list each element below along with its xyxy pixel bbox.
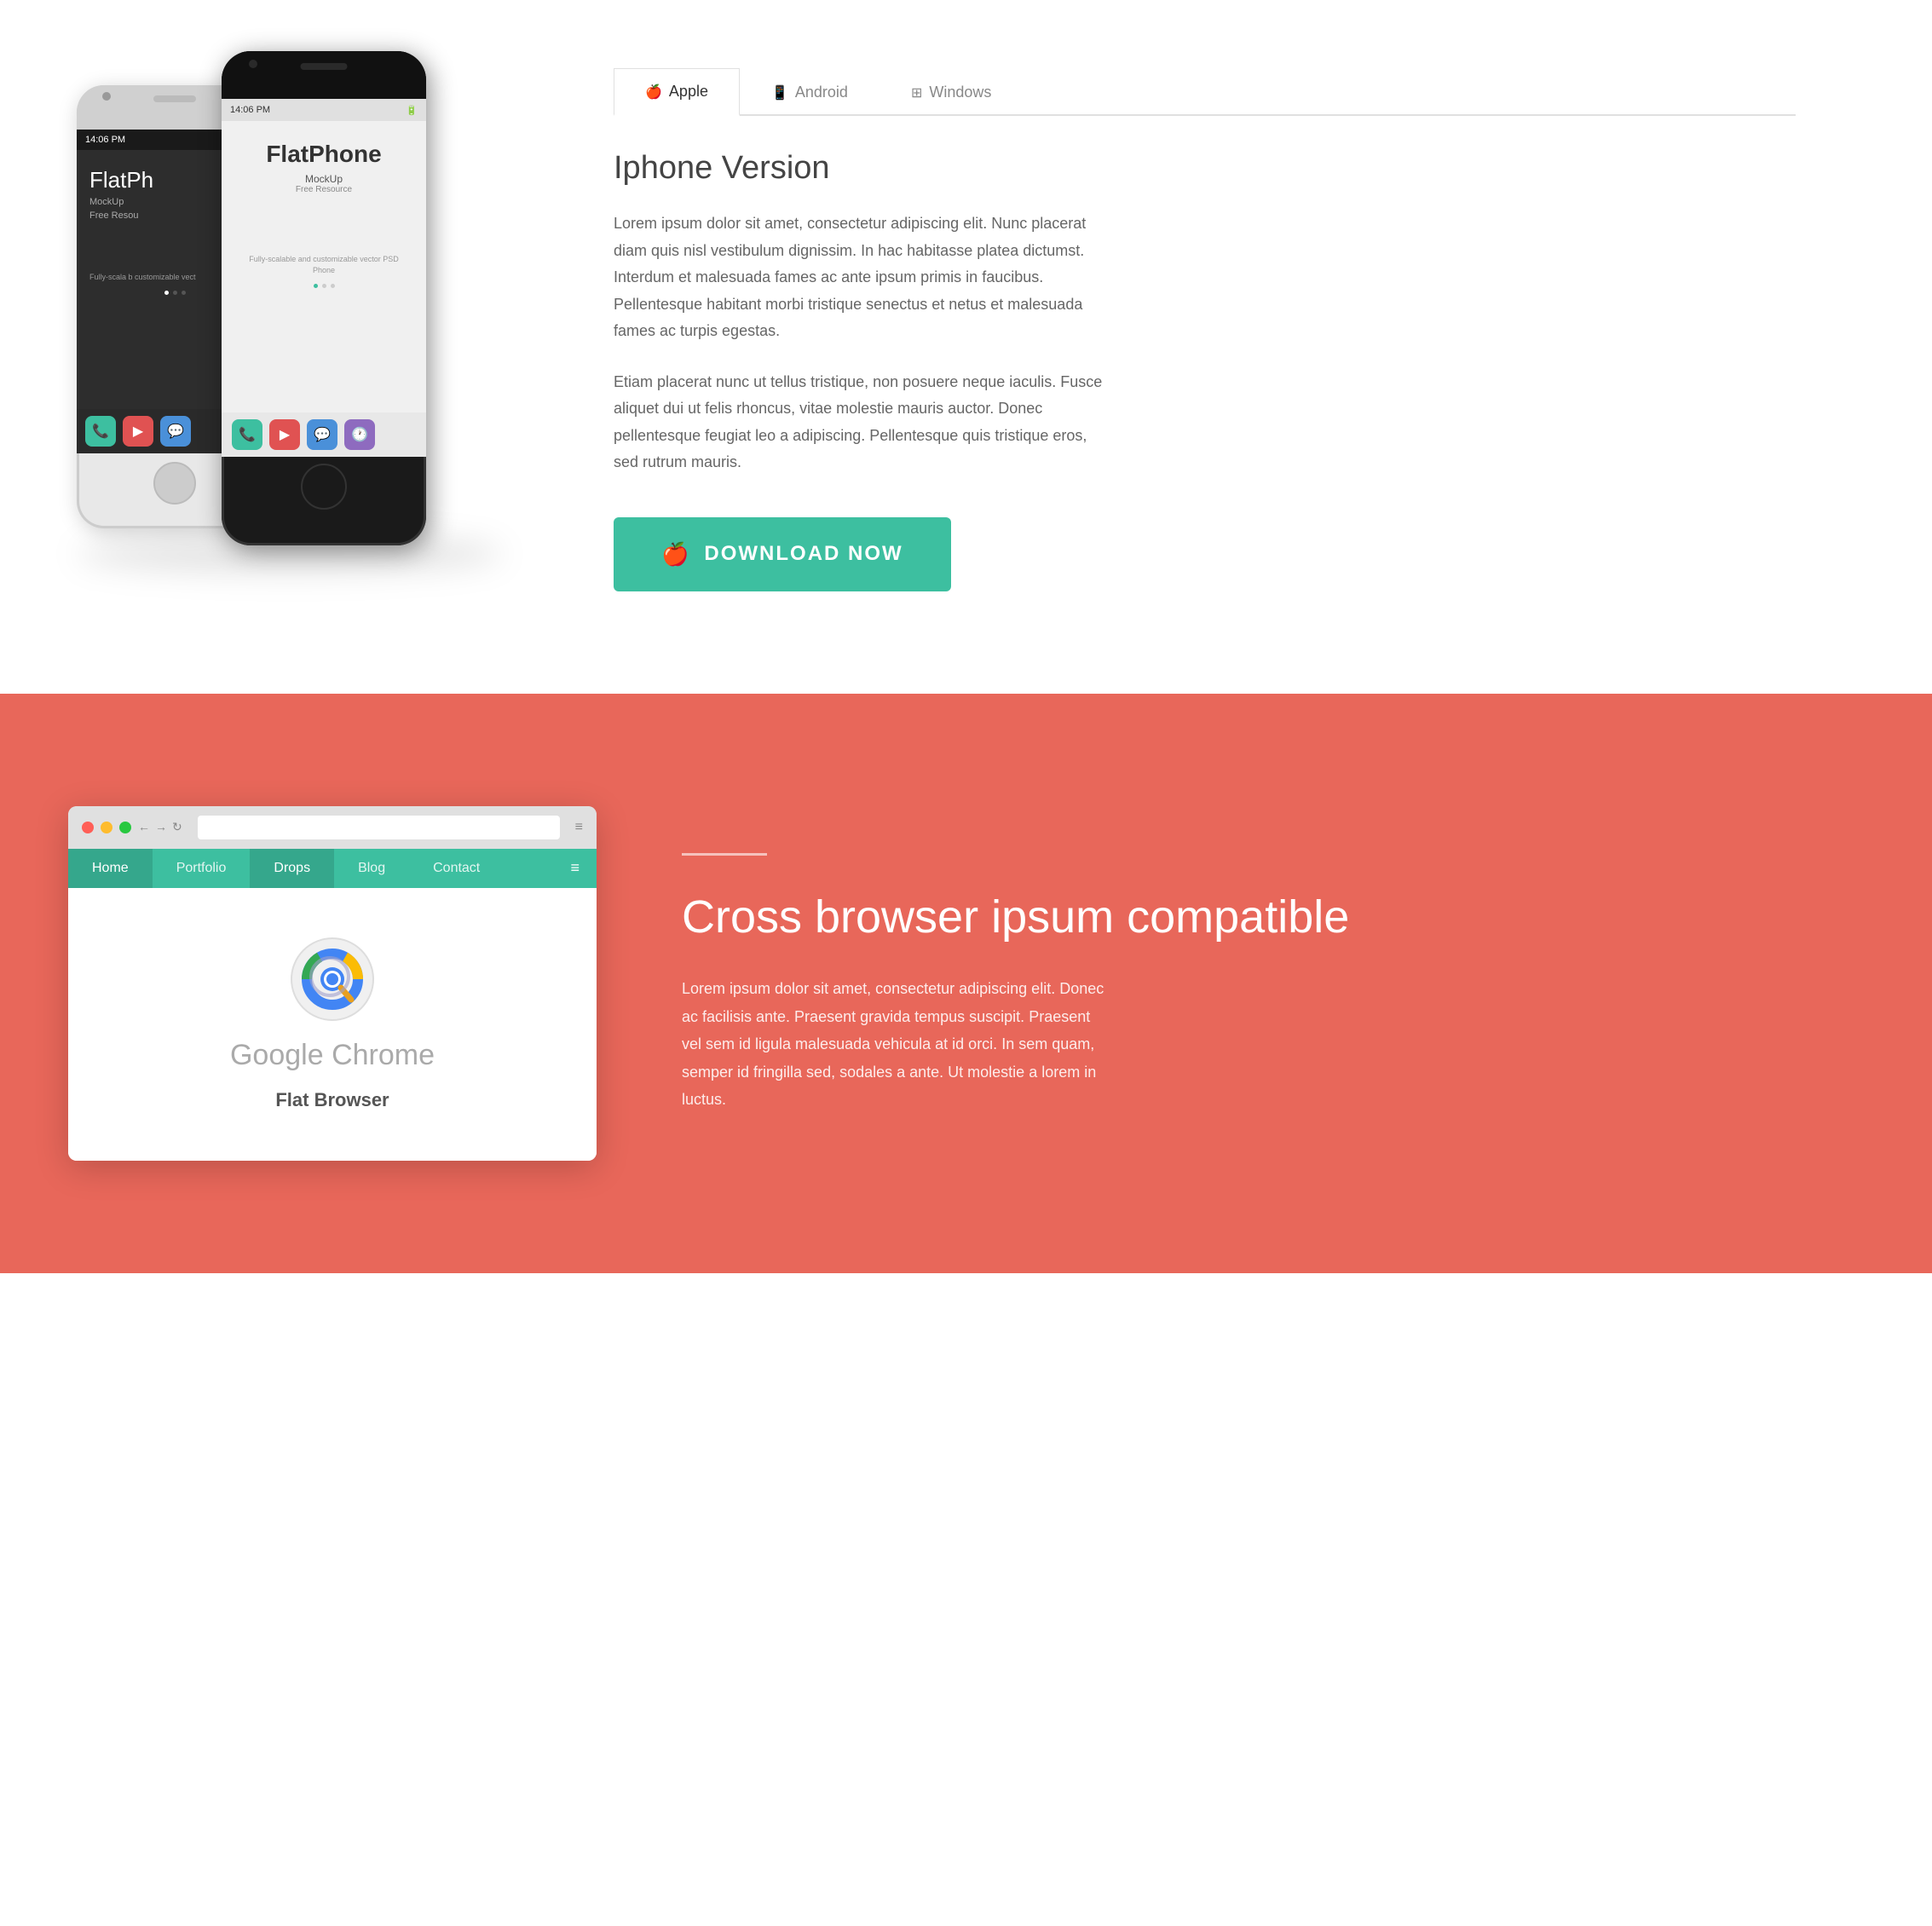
phone-white-icon-chat: 💬 (160, 416, 191, 447)
browser-minimize-dot[interactable] (101, 822, 112, 833)
phone-black-icons-row: 📞 ▶ 💬 🕐 (222, 412, 426, 457)
nav-item-contact[interactable]: Contact (409, 849, 504, 888)
phone-black-icon-phone: 📞 (232, 419, 262, 450)
phone-white-icon-play: ▶ (123, 416, 153, 447)
apple-tab-icon: 🍎 (645, 84, 662, 101)
phone-area: 14:06 PM ▌▌▌ FlatPh MockUp Free Resou Fu… (51, 51, 528, 580)
refresh-icon[interactable]: ↻ (172, 820, 182, 834)
browser-close-dot[interactable] (82, 822, 94, 833)
content-area: 🍎 Apple 📱 Android ⊞ Windows Iphone Versi… (528, 51, 1847, 626)
nav-item-blog[interactable]: Blog (334, 849, 409, 888)
browser-address-bar[interactable] (198, 816, 560, 839)
iphone-paragraph-1: Lorem ipsum dolor sit amet, consectetur … (614, 210, 1108, 345)
phone-black-time: 14:06 PM (230, 105, 270, 115)
phone-black-app-title: FlatPhone (237, 140, 411, 169)
browser-hamburger-icon[interactable]: ≡ (553, 859, 597, 877)
phone-black-icon-chat: 💬 (307, 419, 337, 450)
phone-black-screen: 14:06 PM 🔋 FlatPhone MockUp Free Resourc… (222, 99, 426, 457)
nav-drops-label: Drops (274, 861, 310, 876)
browser-titlebar: ← → ↻ ≡ (68, 806, 597, 849)
phone-black-desc: Fully-scalable and customizable vector P… (237, 254, 411, 277)
phone-black-free-label: Free Resource (237, 185, 411, 194)
iphone-paragraph-2: Etiam placerat nunc ut tellus tristique,… (614, 369, 1108, 476)
download-apple-icon: 🍎 (661, 541, 690, 568)
android-tab-icon: 📱 (771, 84, 788, 101)
tab-apple[interactable]: 🍎 Apple (614, 68, 740, 116)
phone-white-icon-phone: 📞 (85, 416, 116, 447)
phone-white-camera (102, 92, 111, 101)
nav-item-drops[interactable]: Drops (250, 849, 334, 888)
browser-app-type: Flat Browser (275, 1089, 389, 1111)
nav-home-label: Home (92, 861, 129, 876)
phone-black-top-bar (222, 51, 426, 99)
nav-item-portfolio[interactable]: Portfolio (153, 849, 251, 888)
phone-black-mock-label: MockUp (237, 173, 411, 185)
iphone-version-title: Iphone Version (614, 150, 1796, 187)
cross-browser-title: Cross browser ipsum compatible (682, 890, 1864, 945)
cross-browser-text: Cross browser ipsum compatible Lorem ips… (682, 853, 1864, 1114)
browser-app-name: Google Chrome (230, 1039, 435, 1072)
phone-black-status-bar: 14:06 PM 🔋 (222, 99, 426, 121)
tab-windows-label: Windows (929, 84, 991, 101)
browser-window: ← → ↻ ≡ Home Portfolio Drops Blog (68, 806, 597, 1161)
phone-black-home-button (301, 464, 347, 510)
dot-black-2 (322, 284, 326, 288)
browser-maximize-dot[interactable] (119, 822, 131, 833)
browser-nav: Home Portfolio Drops Blog Contact ≡ (68, 849, 597, 888)
forward-icon[interactable]: → (155, 820, 167, 834)
phone-black-app-content: FlatPhone MockUp Free Resource Fully-sca… (222, 121, 426, 307)
divider-line (682, 853, 767, 856)
dot-black-3 (331, 284, 335, 288)
tab-windows[interactable]: ⊞ Windows (879, 68, 1023, 116)
phone-black-dots (237, 284, 411, 288)
phone-black-title-bold: Phone (309, 141, 382, 167)
tab-apple-label: Apple (669, 83, 708, 101)
chrome-icon (290, 937, 375, 1022)
phone-black-icon-clock: 🕐 (344, 419, 375, 450)
windows-tab-icon: ⊞ (911, 84, 922, 101)
download-now-button[interactable]: 🍎 DOWNLOAD NOW (614, 517, 951, 591)
nav-portfolio-label: Portfolio (176, 861, 227, 876)
phone-black-title-plain: Flat (266, 141, 309, 167)
phone-white-speaker (153, 95, 196, 102)
section-bottom: ← → ↻ ≡ Home Portfolio Drops Blog (0, 694, 1932, 1273)
back-icon[interactable]: ← (138, 820, 150, 834)
nav-item-home[interactable]: Home (68, 849, 153, 888)
dot-2 (173, 291, 177, 295)
nav-contact-label: Contact (433, 861, 480, 876)
browser-menu-icon[interactable]: ≡ (575, 820, 583, 835)
phone-black: 14:06 PM 🔋 FlatPhone MockUp Free Resourc… (222, 51, 426, 545)
section-top: 14:06 PM ▌▌▌ FlatPh MockUp Free Resou Fu… (0, 0, 1932, 694)
nav-blog-label: Blog (358, 861, 385, 876)
tab-android[interactable]: 📱 Android (740, 68, 879, 116)
phone-black-speaker (301, 63, 348, 70)
dot-1 (164, 291, 169, 295)
phone-white-time: 14:06 PM (85, 135, 125, 145)
browser-back-forward: ← → ↻ (138, 820, 182, 834)
browser-content: Google Chrome Flat Browser (68, 888, 597, 1161)
dot-black-1 (314, 284, 318, 288)
phone-white-home-button (153, 462, 196, 505)
dot-3 (182, 291, 186, 295)
phone-black-battery-icon: 🔋 (406, 105, 418, 116)
download-btn-label: DOWNLOAD NOW (704, 542, 903, 566)
phone-black-icon-play: ▶ (269, 419, 300, 450)
browser-mockup-wrapper: ← → ↻ ≡ Home Portfolio Drops Blog (68, 806, 597, 1161)
tabs-container: 🍎 Apple 📱 Android ⊞ Windows (614, 68, 1796, 116)
tab-android-label: Android (795, 84, 848, 101)
phone-black-camera (249, 60, 257, 68)
cross-browser-body: Lorem ipsum dolor sit amet, consectetur … (682, 975, 1108, 1113)
